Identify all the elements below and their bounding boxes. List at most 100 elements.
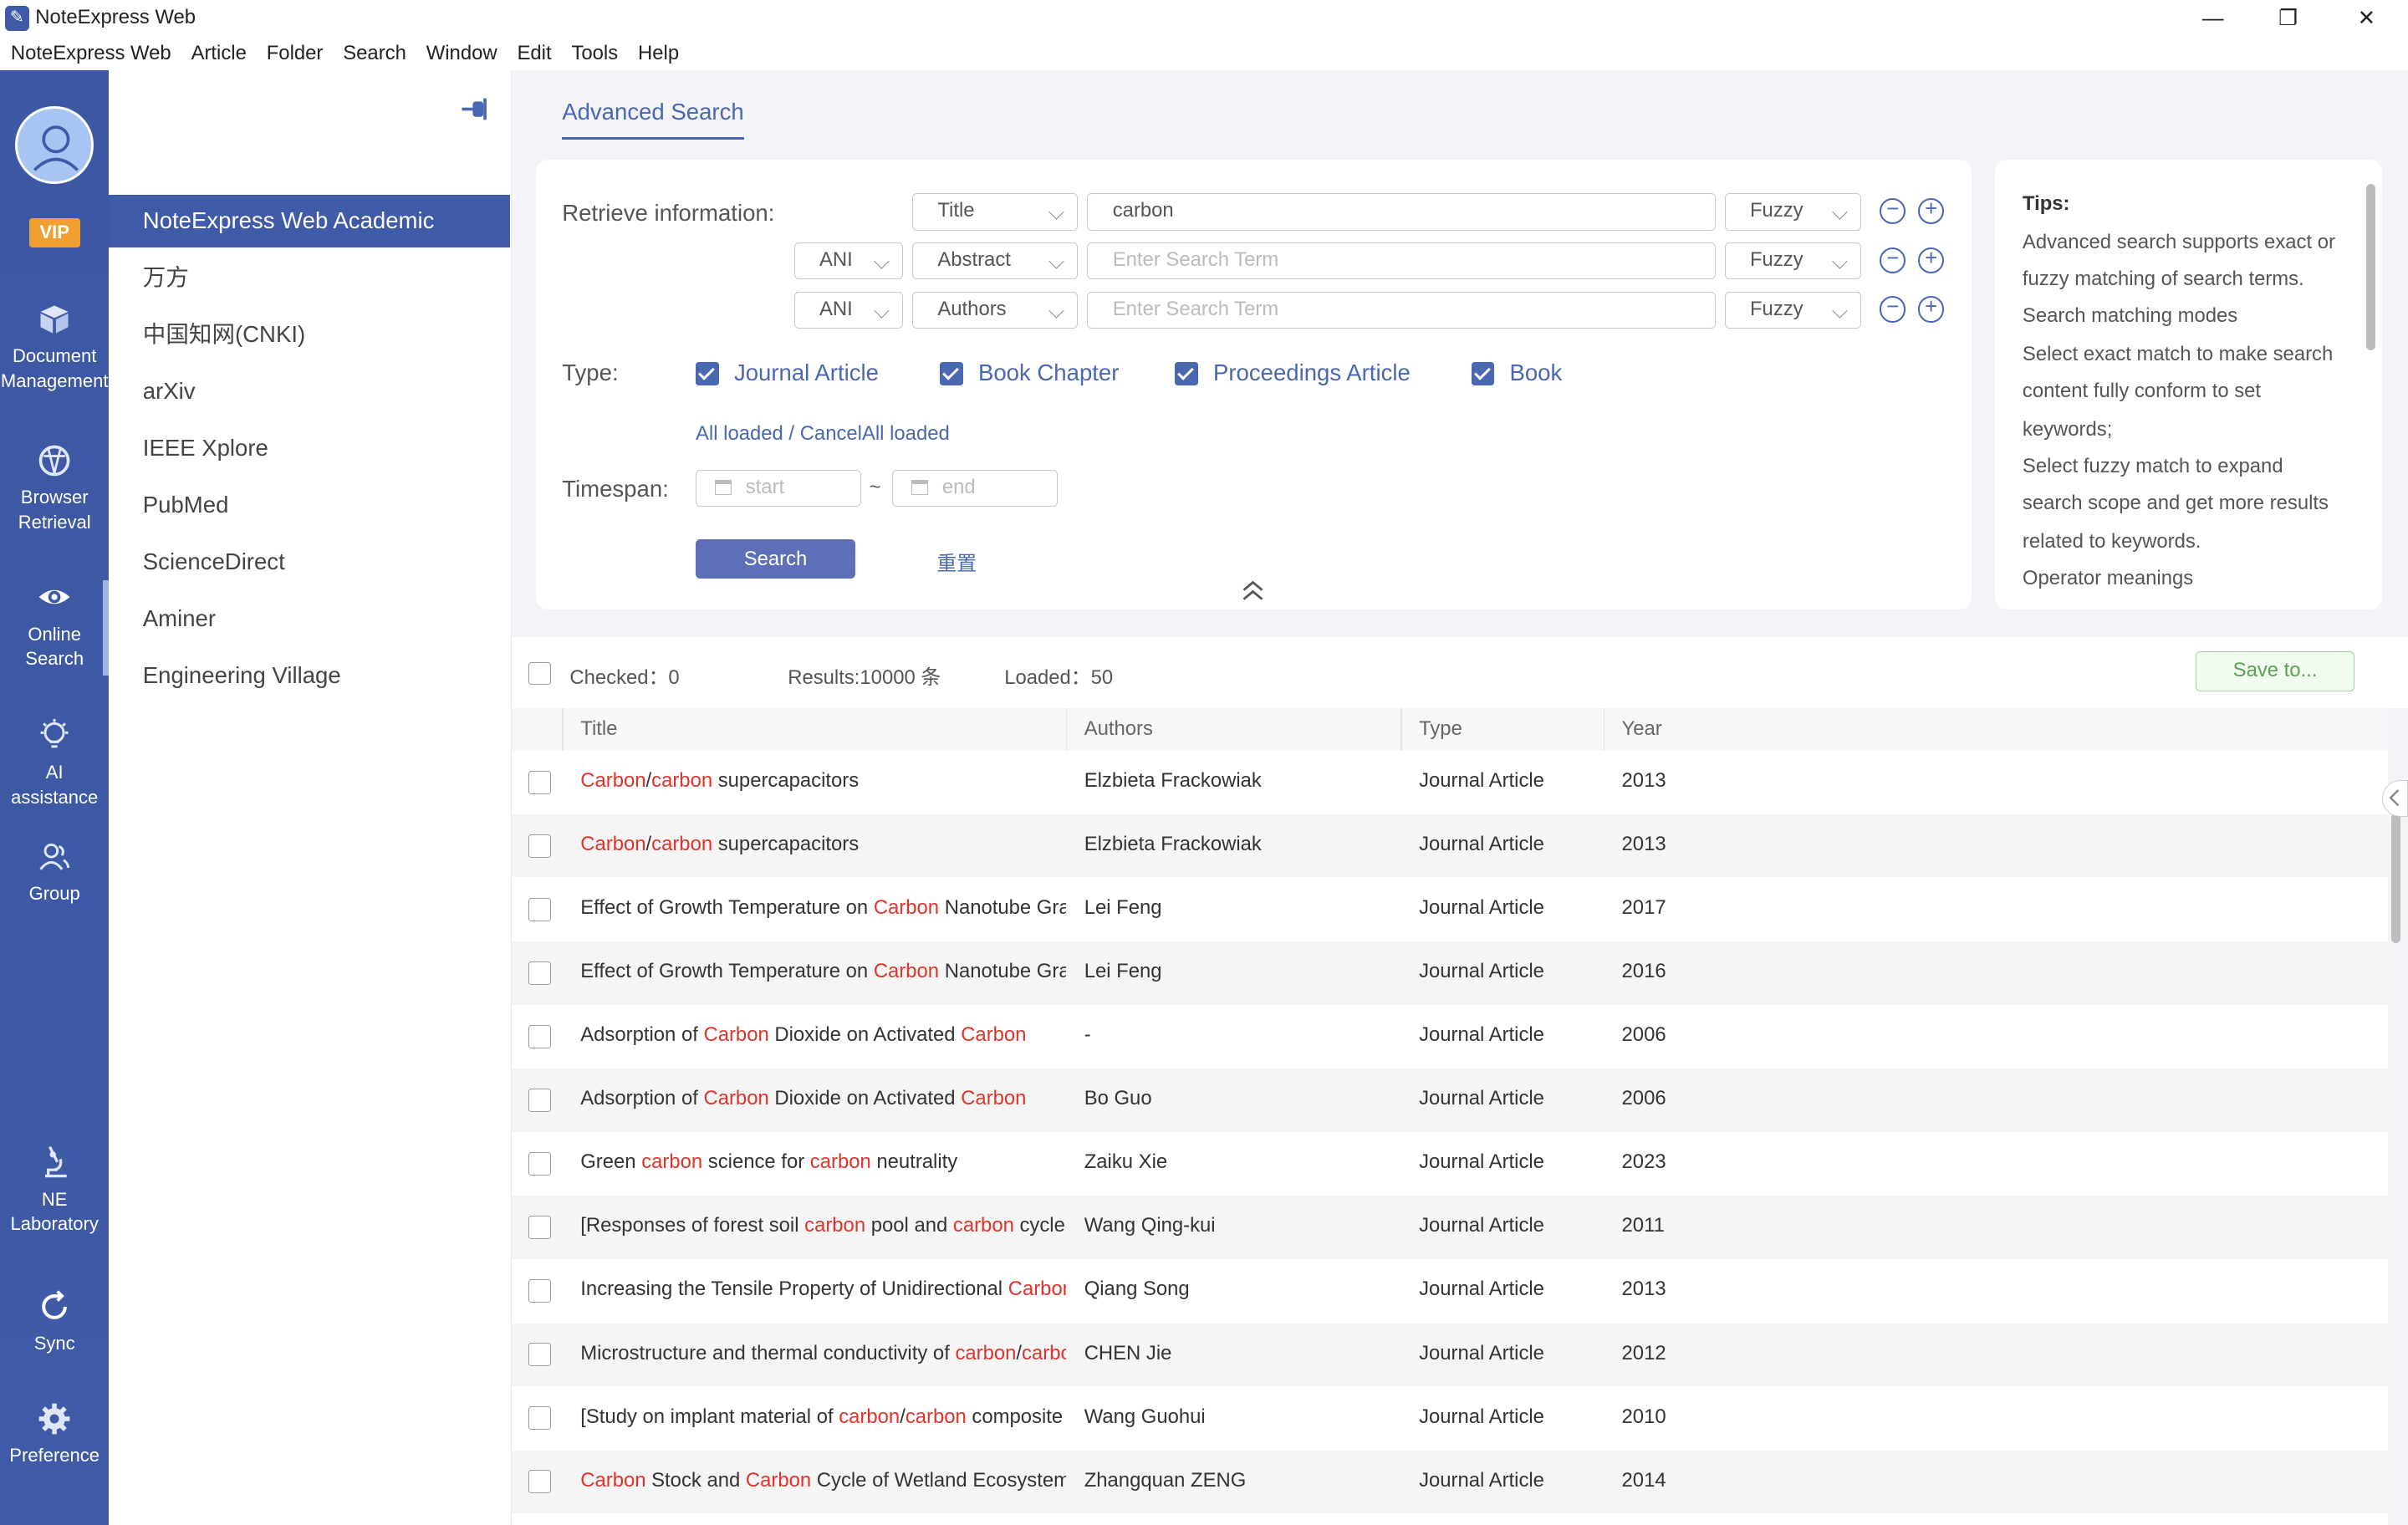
collapse-up-icon[interactable] [1239,578,1267,602]
nav-ai-assistance[interactable]: AI assistance [0,717,109,809]
field-select[interactable]: Authors [911,291,1079,329]
nav-browser-retrieval[interactable]: Browser Retrieval [0,442,109,534]
menu-tools[interactable]: Tools [571,42,618,65]
cell-title[interactable]: Carbon/carbon supercapacitors [580,833,1065,856]
table-row[interactable]: Increasing the Tensile Property of Unidi… [512,1259,2388,1322]
nav-ne-laboratory[interactable]: NE Laboratory [0,1144,109,1236]
close-button[interactable]: ✕ [2329,0,2403,37]
search-term-input[interactable]: carbon [1087,193,1716,231]
match-select[interactable]: Fuzzy [1724,291,1862,329]
row-checkbox[interactable] [528,1406,552,1430]
column-divider[interactable] [1065,707,1068,752]
cell-title[interactable]: Effect of Growth Temperature on Carbon N… [580,960,1065,983]
match-select[interactable]: Fuzzy [1724,193,1862,231]
nav-document-management[interactable]: Document Management [0,301,109,393]
table-row[interactable]: Carbon/carbon supercapacitors Elzbieta Fr… [511,814,2389,878]
column-divider[interactable] [1603,707,1605,752]
table-row[interactable]: Effect of Growth Temperature on Carbon N… [512,878,2388,941]
cell-title[interactable]: Adsorption of Carbon Dioxide on Activate… [580,1023,1065,1047]
source-engineering-village[interactable]: Engineering Village [109,650,509,701]
avatar[interactable] [15,105,94,185]
cell-title[interactable]: Increasing the Tensile Property of Unidi… [580,1278,1065,1301]
minimize-button[interactable]: — [2176,0,2250,37]
nav-group[interactable]: Group [0,839,109,906]
type-proceedings-checkbox[interactable] [1175,362,1198,385]
add-row-icon[interactable]: + [1918,247,1945,273]
table-row[interactable]: Adsorption of Carbon Dioxide on Activate… [512,1005,2388,1068]
search-term-input[interactable]: Enter Search Term [1087,242,1716,280]
type-journal-checkbox[interactable] [696,362,719,385]
type-proceedings-label[interactable]: Proceedings Article [1213,360,1411,386]
source-wanfang[interactable]: 万方 [109,252,509,303]
menu-noteexpress[interactable]: NoteExpress Web [11,42,171,65]
row-checkbox[interactable] [528,1152,552,1176]
table-row[interactable]: Microstructure and thermal conductivity … [511,1323,2389,1386]
header-year[interactable]: Year [1622,717,1662,741]
cell-title[interactable]: Microstructure and thermal conductivity … [580,1342,1065,1365]
header-type[interactable]: Type [1419,717,1462,741]
table-row[interactable]: [Responses of forest soil carbon pool an… [511,1196,2389,1259]
row-checkbox[interactable] [528,771,552,794]
source-aminer[interactable]: Aminer [109,593,509,645]
table-scrollbar-thumb[interactable] [2390,814,2400,943]
nav-online-search[interactable]: Online Search [0,579,109,671]
source-ieee[interactable]: IEEE Xplore [109,422,509,474]
all-loaded-link[interactable]: All loaded / CancelAll loaded [696,422,950,446]
cell-title[interactable]: Green carbon science for carbon neutrali… [580,1150,1065,1174]
menu-article[interactable]: Article [191,42,247,65]
nav-sync[interactable]: Sync [0,1288,109,1356]
field-select[interactable]: Title [911,193,1079,231]
source-noteexpress-academic[interactable]: NoteExpress Web Academic Search [109,195,510,286]
save-to-button[interactable]: Save to... [2196,650,2354,691]
menu-edit[interactable]: Edit [517,42,551,65]
end-date-input[interactable]: end [892,470,1059,507]
column-divider[interactable] [562,707,564,752]
type-book-checkbox[interactable] [1471,362,1495,385]
nav-preference[interactable]: Preference [0,1400,109,1468]
search-button[interactable]: Search [696,538,856,579]
maximize-button[interactable]: ❐ [2252,0,2325,37]
row-checkbox[interactable] [528,1279,552,1303]
select-all-checkbox[interactable] [528,661,552,686]
row-checkbox[interactable] [528,1025,552,1048]
table-row[interactable]: Effect of Growth Temperature on Carbon N… [511,941,2389,1005]
table-row[interactable]: Carbon/carbon supercapacitors Elzbieta Fr… [512,751,2388,814]
type-chapter-checkbox[interactable] [940,362,963,385]
vip-badge[interactable]: VIP [28,217,80,247]
table-row[interactable]: Carbon Stock and Carbon Cycle of Wetland… [511,1450,2389,1513]
side-panel-toggle[interactable] [2381,780,2408,818]
cell-title[interactable]: Adsorption of Carbon Dioxide on Activate… [580,1087,1065,1110]
remove-row-icon[interactable]: − [1880,247,1906,273]
field-select[interactable]: Abstract [911,242,1079,280]
row-checkbox[interactable] [528,1216,552,1239]
row-checkbox[interactable] [528,834,552,858]
menu-help[interactable]: Help [638,42,679,65]
row-checkbox[interactable] [528,1089,552,1112]
reset-button[interactable]: 重置 [936,547,977,576]
table-row[interactable]: Green carbon science for carbon neutrali… [512,1132,2388,1195]
menu-window[interactable]: Window [426,42,497,65]
tips-scrollbar[interactable] [2366,184,2376,350]
cell-title[interactable]: Carbon Stock and Carbon Cycle of Wetland… [580,1469,1065,1492]
cell-title[interactable]: Effect of Growth Temperature on Carbon N… [580,896,1065,920]
match-select[interactable]: Fuzzy [1724,242,1862,280]
column-divider[interactable] [1400,707,1402,752]
search-term-input[interactable]: Enter Search Term [1087,291,1716,329]
pin-icon[interactable] [457,95,491,123]
remove-row-icon[interactable]: − [1880,296,1906,323]
cell-title[interactable]: Carbon/carbon supercapacitors [580,769,1065,793]
cell-title[interactable]: [Study on implant material of carbon/car… [580,1405,1065,1429]
source-sciencedirect[interactable]: ScienceDirect [109,536,509,588]
row-checkbox[interactable] [528,898,552,921]
type-chapter-label[interactable]: Book Chapter [978,360,1119,386]
operator-select[interactable]: ANI [793,291,903,329]
row-checkbox[interactable] [528,1343,552,1366]
menu-folder[interactable]: Folder [267,42,324,65]
table-row[interactable]: [Study on implant material of carbon/car… [512,1387,2388,1450]
type-book-label[interactable]: Book [1509,360,1562,386]
source-cnki[interactable]: 中国知网(CNKI) [109,309,509,360]
operator-select[interactable]: ANI [793,242,903,280]
type-journal-label[interactable]: Journal Article [734,360,879,386]
tab-advanced-search[interactable]: Advanced Search [562,99,744,140]
menu-search[interactable]: Search [343,42,406,65]
